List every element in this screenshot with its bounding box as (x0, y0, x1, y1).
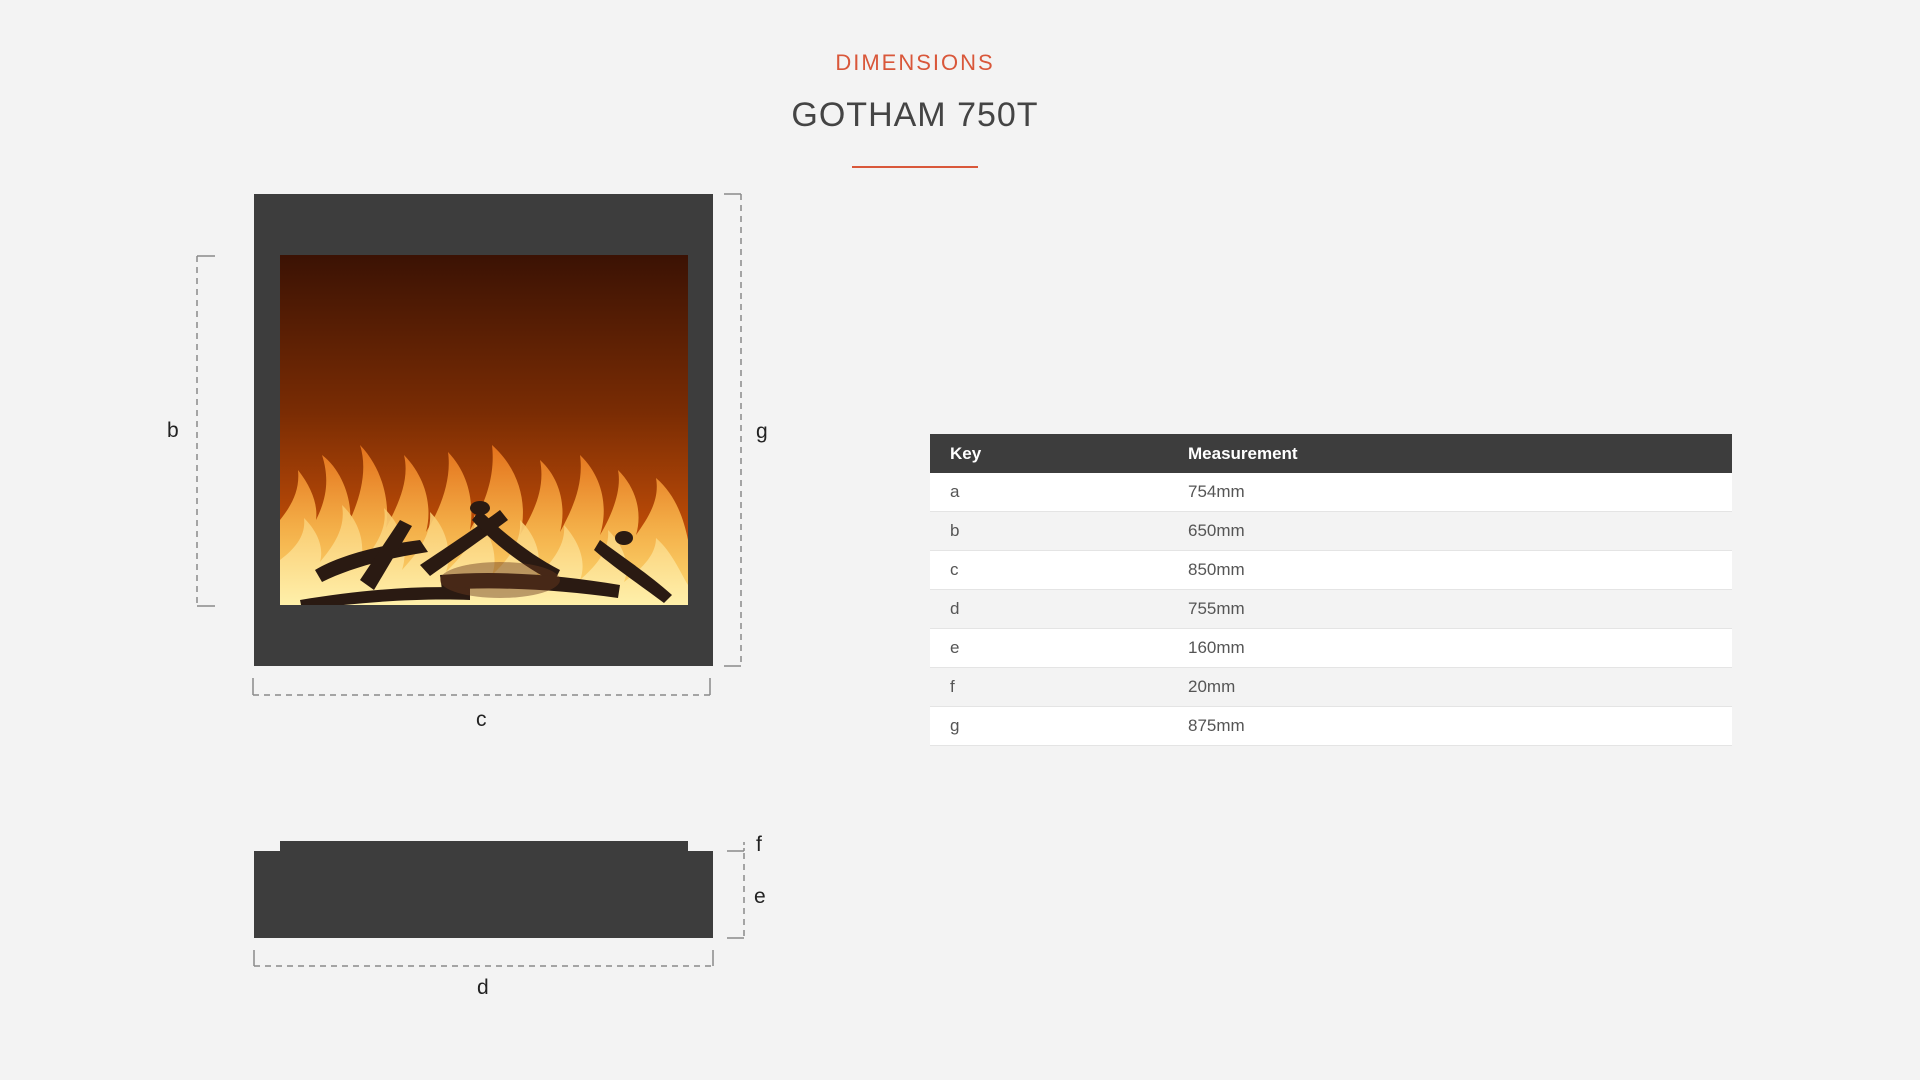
row-key: f (930, 667, 1168, 707)
row-key: c (930, 550, 1168, 590)
label-f: f (756, 833, 762, 856)
table-row: d 755mm (930, 589, 1732, 629)
side-lip (280, 841, 688, 851)
label-d: d (477, 976, 489, 999)
dimension-b (196, 255, 215, 607)
dimension-f (727, 842, 745, 852)
row-key: a (930, 473, 1168, 512)
dimensions-table: Key Measurement a 754mm b 650mm c 850mm … (930, 434, 1732, 746)
table-row: g 875mm (930, 706, 1732, 746)
label-g: g (756, 420, 768, 443)
dimension-c (252, 678, 711, 696)
row-key: d (930, 589, 1168, 629)
table-row: e 160mm (930, 628, 1732, 668)
column-header-measurement: Measurement (1168, 434, 1732, 473)
row-measurement: 160mm (1168, 628, 1732, 668)
dimension-e (727, 853, 745, 939)
label-b: b (167, 419, 179, 442)
table-row: b 650mm (930, 511, 1732, 551)
row-measurement: 20mm (1168, 667, 1732, 707)
row-measurement: 755mm (1168, 589, 1732, 629)
table-row: a 754mm (930, 473, 1732, 512)
row-measurement: 650mm (1168, 511, 1732, 551)
label-e: e (754, 885, 766, 908)
row-key: b (930, 511, 1168, 551)
row-measurement: 875mm (1168, 706, 1732, 746)
dimension-d (253, 950, 714, 967)
dimension-g (724, 193, 742, 667)
row-measurement: 754mm (1168, 473, 1732, 512)
table-row: f 20mm (930, 667, 1732, 707)
row-measurement: 850mm (1168, 550, 1732, 590)
row-key: g (930, 706, 1168, 746)
table-row: c 850mm (930, 550, 1732, 590)
table-header-row: Key Measurement (930, 434, 1732, 473)
label-c: c (476, 708, 487, 731)
fire-window (280, 255, 688, 605)
column-header-key: Key (930, 434, 1168, 473)
row-key: e (930, 628, 1168, 668)
side-body (254, 851, 713, 938)
